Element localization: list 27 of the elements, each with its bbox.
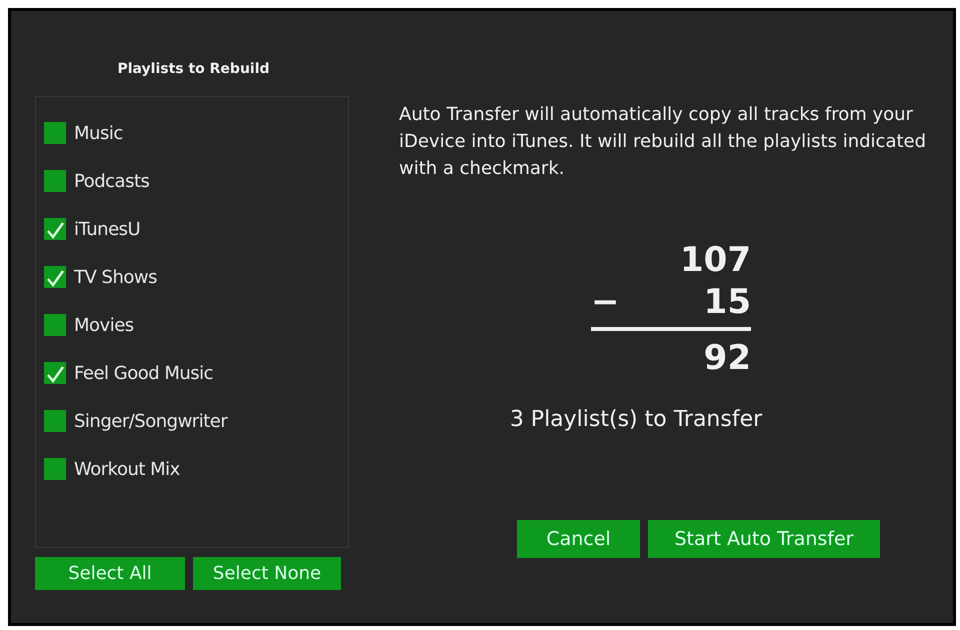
playlist-label: iTunesU [74, 218, 140, 242]
start-button[interactable]: Start Auto Transfer [648, 520, 880, 558]
playlist-label: Singer/Songwriter [74, 410, 228, 434]
checkbox[interactable] [44, 410, 66, 432]
minus-sign: − [591, 281, 620, 323]
cancel-button[interactable]: Cancel [517, 520, 640, 558]
number: 107 [680, 239, 751, 281]
checkbox[interactable] [44, 266, 66, 288]
playlist-label: Movies [74, 314, 134, 338]
number: 92 [704, 337, 751, 379]
playlist-label: TV Shows [74, 266, 157, 290]
checkbox[interactable] [44, 362, 66, 384]
playlist-label: Workout Mix [74, 458, 180, 482]
playlist-label: Feel Good Music [74, 362, 214, 386]
checkbox[interactable] [44, 218, 66, 240]
select-button[interactable]: Select None [193, 557, 341, 590]
checkbox[interactable] [44, 170, 66, 192]
checkbox[interactable] [44, 122, 66, 144]
number: 15 [704, 281, 751, 323]
transfer-count: 3 Playlist(s) to Transfer [508, 406, 764, 434]
panel-title: Playlists to Rebuild [116, 60, 271, 79]
select-button[interactable]: Select All [35, 557, 185, 590]
checkbox[interactable] [44, 314, 66, 336]
description-text: Auto Transfer will automatically copy all tracks from your iDevice into iTunes. It will rebuild all the playlists indicated with a checkmark. [399, 103, 928, 181]
playlist-label: Music [74, 122, 123, 146]
checkbox[interactable] [44, 458, 66, 480]
playlist-label: Podcasts [74, 170, 150, 194]
